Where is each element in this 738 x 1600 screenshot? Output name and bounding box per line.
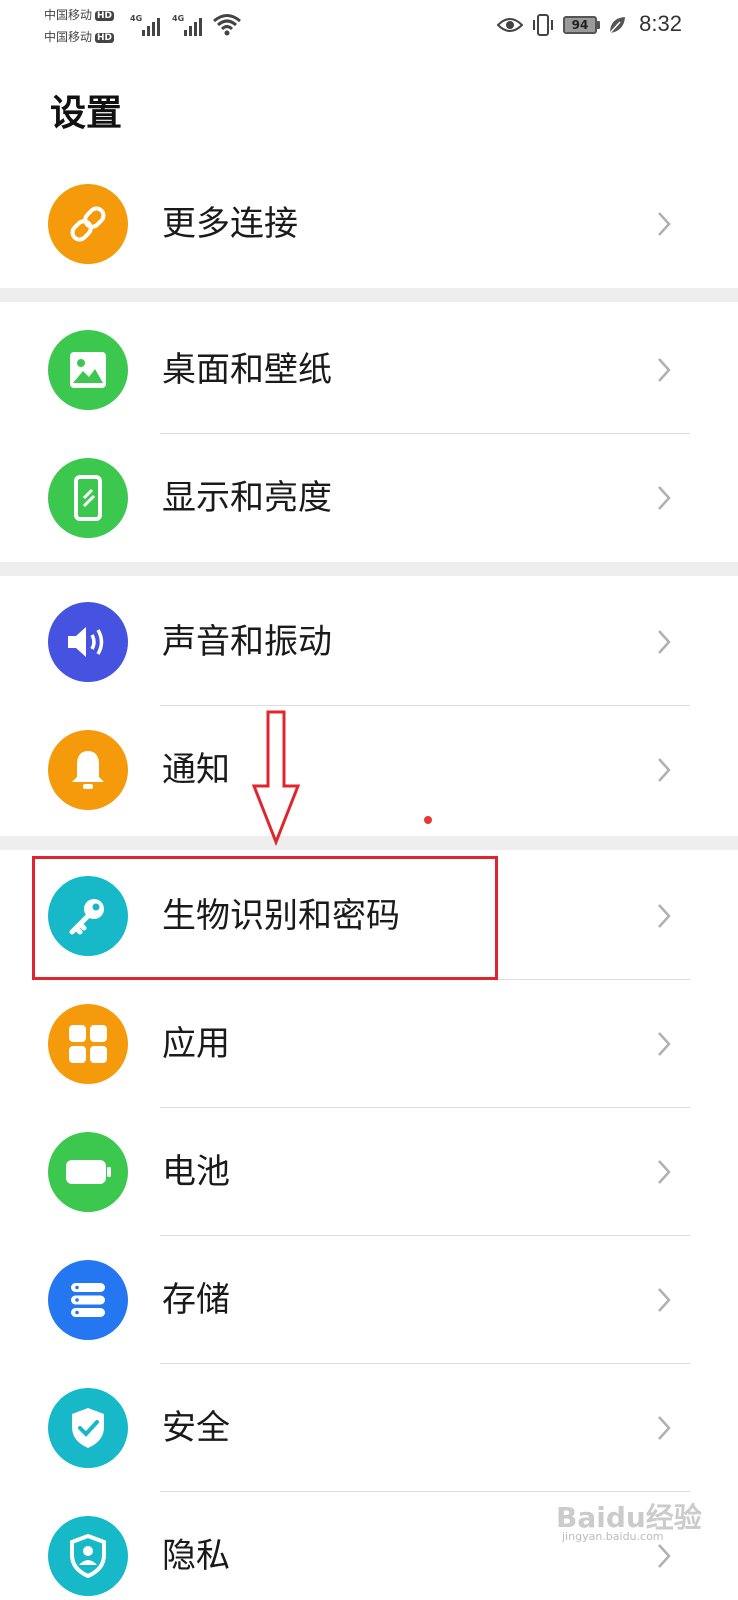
- status-bar: 中国移动 HD 中国移动 HD 4G 4G 94 8:32: [0, 0, 738, 52]
- clock: 8:32: [639, 11, 682, 36]
- phone-display-icon: [48, 458, 128, 538]
- leaf-icon: [609, 17, 625, 34]
- link-icon: [48, 184, 128, 264]
- chevron-right-icon: [658, 904, 671, 928]
- watermark-url: jingyan.baidu.com: [562, 1530, 664, 1543]
- settings-item-more-connections[interactable]: 更多连接: [0, 160, 738, 288]
- settings-item-label: 隐私: [162, 1536, 230, 1576]
- bell-icon: [48, 730, 128, 810]
- chevron-right-icon: [658, 1160, 671, 1184]
- chevron-right-icon: [658, 486, 671, 510]
- settings-item-label: 桌面和壁纸: [162, 350, 332, 390]
- signal-icon-2: 4G: [172, 14, 206, 42]
- speaker-icon: [48, 602, 128, 682]
- settings-item-desktop-wallpaper[interactable]: 桌面和壁纸: [0, 306, 738, 434]
- wifi-icon: [212, 12, 242, 42]
- annotation-dot: [424, 816, 432, 824]
- battery-icon: [48, 1132, 128, 1212]
- settings-item-battery[interactable]: 电池: [0, 1108, 738, 1236]
- chevron-right-icon: [658, 630, 671, 654]
- shield-check-icon: [48, 1388, 128, 1468]
- settings-item-sound-vibration[interactable]: 声音和振动: [0, 578, 738, 706]
- settings-item-label: 存储: [162, 1280, 230, 1320]
- settings-item-storage[interactable]: 存储: [0, 1236, 738, 1364]
- signal-icon: 4G: [130, 14, 164, 42]
- chevron-right-icon: [658, 758, 671, 782]
- privacy-icon: [48, 1516, 128, 1596]
- chevron-right-icon: [658, 212, 671, 236]
- status-icons: 94: [497, 12, 626, 38]
- page-title: 设置: [50, 93, 123, 134]
- chevron-right-icon: [658, 1288, 671, 1312]
- settings-item-label: 电池: [162, 1152, 230, 1192]
- settings-item-security[interactable]: 安全: [0, 1364, 738, 1492]
- chevron-right-icon: [658, 1032, 671, 1056]
- settings-item-label: 更多连接: [162, 204, 298, 244]
- settings-item-label: 声音和振动: [162, 622, 332, 662]
- settings-item-label: 显示和亮度: [162, 478, 332, 518]
- storage-icon: [48, 1260, 128, 1340]
- section-separator: [0, 836, 738, 850]
- settings-item-display-brightness[interactable]: 显示和亮度: [0, 434, 738, 562]
- eye-icon: [497, 18, 523, 32]
- carrier-1: 中国移动 HD: [44, 8, 115, 22]
- annotation-arrow: [251, 710, 301, 846]
- chevron-right-icon: [658, 1544, 671, 1568]
- vibrate-icon: [533, 14, 553, 36]
- settings-item-label: 安全: [162, 1408, 230, 1448]
- chevron-right-icon: [658, 358, 671, 382]
- section-separator: [0, 562, 738, 576]
- settings-item-label: 应用: [162, 1024, 230, 1064]
- apps-grid-icon: [48, 1004, 128, 1084]
- image-icon: [48, 330, 128, 410]
- settings-item-apps[interactable]: 应用: [0, 980, 738, 1108]
- carrier-2: 中国移动 HD: [44, 30, 115, 44]
- chevron-right-icon: [658, 1416, 671, 1440]
- battery-icon: 94: [563, 16, 600, 34]
- settings-item-notifications[interactable]: 通知: [0, 706, 738, 834]
- section-separator: [0, 288, 738, 302]
- annotation-highlight-box: [32, 856, 498, 980]
- settings-item-label: 通知: [162, 750, 230, 790]
